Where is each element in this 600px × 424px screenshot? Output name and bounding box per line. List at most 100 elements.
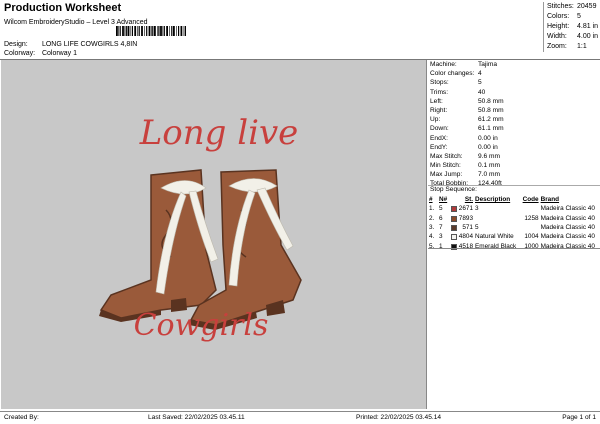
row-stitches: 4518 — [450, 242, 474, 251]
row-stitches: 571 — [450, 223, 474, 232]
stat-row: Height: 4.81 in — [544, 22, 600, 32]
row-stitches: 2671 — [450, 204, 474, 213]
barcode-bar — [119, 26, 121, 36]
col-brand: Brand — [540, 196, 560, 203]
info-label: Machine: — [430, 61, 457, 68]
barcode-bar — [148, 26, 151, 36]
table-row: 4. 3 4804 Natural White 1004 Madeira Classic … — [428, 232, 600, 241]
stitch-count: 571 — [462, 223, 473, 231]
row-stitches: 4804 — [450, 232, 474, 241]
info-label: Color changes: — [430, 70, 475, 78]
table-row: 1. 5 2671 3 Madeira Classic 40 — [428, 204, 600, 213]
cowboy-boots-icon — [99, 169, 302, 330]
barcode-bar — [151, 26, 152, 36]
row-code — [520, 223, 539, 232]
footer: Created By: Last Saved: 22/02/2025 03.45… — [0, 411, 600, 424]
row-needle: 5 — [439, 205, 443, 213]
info-row: Color changes: 4 — [430, 69, 600, 78]
info-label: Stops: — [430, 79, 449, 87]
row-needle: 6 — [439, 214, 443, 222]
row-description — [474, 213, 520, 222]
info-row: Max Jump: 7.0 mm — [430, 170, 600, 179]
barcode-bar — [125, 26, 127, 36]
table-row: 3. 7 571 5 Madeira Classic 40 — [428, 223, 600, 232]
col-stitches: St. — [464, 196, 473, 203]
info-value: 9.6 mm — [478, 152, 500, 160]
stat-row: Zoom: 1:1 — [544, 42, 600, 52]
design-label: Design: — [4, 41, 28, 48]
stitch-count: 7893 — [458, 214, 473, 222]
stat-value: 4.00 in — [577, 33, 599, 40]
row-brand: Madeira Classic 40 — [540, 242, 595, 250]
barcode-bar — [118, 26, 119, 36]
machine-info-panel: Machine: Tajima Color changes: 4 Stops: 5 Trim… — [430, 60, 600, 189]
stat-label: Stitches: — [547, 3, 574, 10]
stitch-count: 4804 — [458, 233, 473, 241]
barcode-bar — [162, 26, 164, 36]
barcode-bar — [157, 26, 158, 36]
barcode-bar — [116, 26, 118, 36]
row-num: 1. — [429, 205, 435, 213]
info-value: 40 — [478, 88, 486, 96]
stitch-count: 2671 — [458, 205, 473, 213]
row-description: 3 — [475, 205, 479, 213]
info-value: 0.00 in — [478, 134, 498, 142]
last-saved: Last Saved: 22/02/2025 03.45.11 — [148, 414, 245, 421]
info-value: 61.1 mm — [478, 125, 504, 133]
design-preview: Long live Cowgirls — [1, 60, 427, 409]
barcode-bar — [160, 26, 162, 36]
info-label: Trims: — [430, 88, 449, 96]
stat-value: 5 — [577, 13, 581, 20]
barcode-bar — [146, 26, 148, 36]
stat-label: Colors: — [547, 13, 570, 20]
info-label: Up: — [430, 116, 441, 124]
row-description: Natural White — [475, 233, 514, 241]
design-row: Design: LONG LIFE COWGIRLS 4,8IN — [4, 41, 137, 48]
info-label: EndX: — [430, 134, 448, 142]
barcode-bar — [152, 26, 154, 36]
barcode-bar — [127, 26, 130, 36]
embroidery-design: Long live Cowgirls — [99, 113, 302, 343]
info-row: Left: 50.8 mm — [430, 97, 600, 106]
info-row: Stops: 5 — [430, 78, 600, 87]
row-brand: Madeira Classic 40 — [540, 214, 595, 222]
barcode-bar — [166, 26, 168, 36]
table-row: 2. 6 7893 1258 Madeira Classic 40 — [428, 213, 600, 222]
row-needle: 3 — [439, 233, 443, 241]
design-text-top: Long live — [139, 113, 299, 153]
row-needle: 7 — [439, 223, 443, 231]
barcode-bar — [178, 26, 180, 36]
info-label: Min Stitch: — [430, 162, 461, 170]
stat-row: Stitches: 20459 — [544, 2, 600, 12]
design-text-bottom: Cowgirls — [134, 308, 269, 343]
info-row: Trims: 40 — [430, 88, 600, 97]
barcode-bar — [180, 26, 183, 36]
info-row: Down: 61.1 mm — [430, 124, 600, 133]
info-row: EndX: 0.00 in — [430, 134, 600, 143]
stat-label: Height: — [547, 23, 570, 30]
barcode-bar — [134, 26, 137, 36]
color-swatch — [451, 224, 457, 231]
stat-value: 20459 — [577, 3, 597, 10]
info-label: Max Stitch: — [430, 152, 463, 160]
row-description: 5 — [475, 223, 479, 231]
stat-label: Width: — [547, 33, 567, 40]
page-number: Page 1 of 1 — [562, 414, 596, 421]
barcode-bar — [184, 26, 186, 36]
col-num: # — [429, 196, 433, 203]
barcode-bar — [176, 26, 177, 36]
stop-sequence-title: Stop Sequence: — [430, 186, 477, 193]
barcode-bar — [154, 26, 156, 36]
info-value: 4 — [478, 70, 482, 78]
row-num: 3. — [429, 223, 435, 231]
colorway-row: Colorway: Colorway 1 — [4, 50, 77, 57]
info-row: Max Stitch: 9.6 mm — [430, 152, 600, 161]
barcode-bar — [129, 26, 131, 36]
software-subtitle: Wilcom EmbroideryStudio – Level 3 Advanc… — [4, 19, 148, 26]
info-value: 50.8 mm — [478, 97, 504, 105]
table-header-row: # N# St. Description Code Brand — [428, 195, 600, 204]
info-value: 50.8 mm — [478, 106, 504, 114]
color-swatch — [451, 215, 457, 222]
stat-label: Zoom: — [547, 43, 567, 50]
row-needle: 1 — [439, 242, 443, 250]
